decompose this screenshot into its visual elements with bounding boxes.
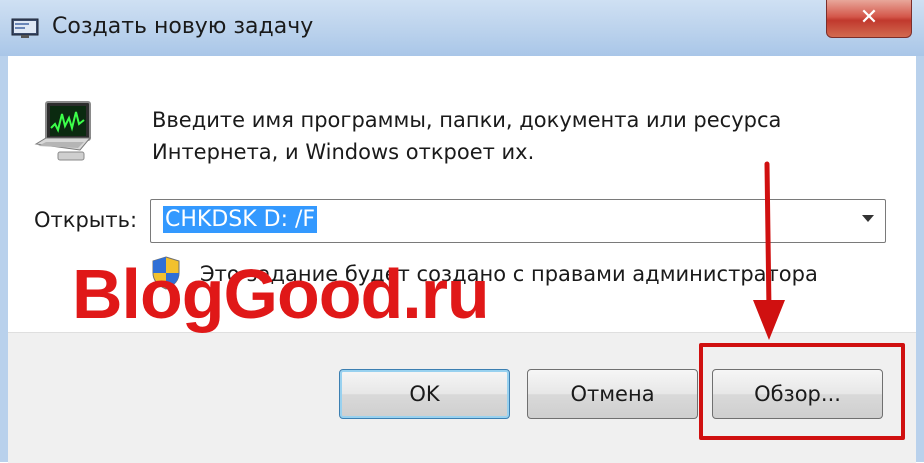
cancel-button[interactable]: Отмена (527, 369, 698, 419)
ok-button[interactable]: OK (339, 369, 510, 419)
open-input-value[interactable]: CHKDSK D: /F (163, 206, 318, 233)
arrow-down-icon (745, 160, 791, 346)
highlight-box (699, 343, 905, 440)
description-line-1: Введите имя программы, папки, документа … (152, 108, 782, 132)
window-title: Создать новую задачу (52, 14, 314, 39)
monitor-chart-icon (32, 100, 102, 166)
dialog-description: Введите имя программы, папки, документа … (152, 104, 832, 168)
window-frame-right (916, 56, 924, 462)
title-bar[interactable]: Создать новую задачу ✕ (0, 0, 924, 56)
open-label: Открыть: (34, 208, 138, 232)
window-frame-left (0, 56, 8, 462)
close-icon: ✕ (859, 5, 879, 30)
description-line-2: Интернета, и Windows откроет их. (152, 140, 535, 164)
watermark-text: BlogGood.ru (72, 255, 490, 333)
close-button[interactable]: ✕ (826, 0, 912, 38)
task-manager-icon (11, 17, 41, 39)
chevron-down-icon[interactable] (862, 215, 874, 222)
